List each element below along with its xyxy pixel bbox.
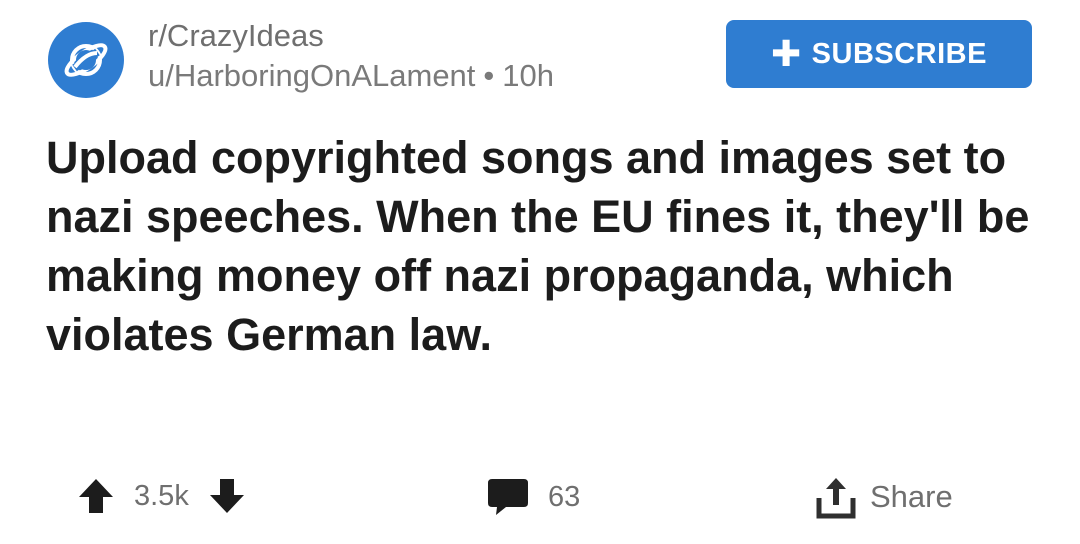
- upvote-arrow-icon[interactable]: [76, 476, 116, 516]
- vote-score: 3.5k: [134, 479, 189, 512]
- subscribe-label: SUBSCRIBE: [811, 37, 987, 70]
- post-byline: u/HarboringOnALament • 10h: [148, 56, 554, 96]
- comments-button[interactable]: 63: [486, 476, 598, 518]
- separator-dot: •: [483, 58, 495, 93]
- share-label: Share: [870, 479, 953, 514]
- author-name[interactable]: u/HarboringOnALament: [148, 58, 475, 93]
- comment-count: 63: [548, 480, 581, 513]
- share-icon: [816, 478, 856, 519]
- comment-bubble-icon: [488, 479, 528, 515]
- downvote-arrow-icon[interactable]: [207, 476, 247, 516]
- subscribe-button[interactable]: ✚ SUBSCRIBE: [726, 20, 1032, 88]
- subreddit-name[interactable]: r/CrazyIdeas: [148, 16, 554, 56]
- post-age: 10h: [502, 58, 555, 93]
- post-meta: r/CrazyIdeas u/HarboringOnALament • 10h: [148, 16, 554, 96]
- share-button[interactable]: Share: [814, 474, 953, 520]
- post-title[interactable]: Upload copyrighted songs and images set …: [46, 128, 1046, 364]
- planet-icon: [64, 43, 108, 77]
- vote-controls: 3.5k: [76, 476, 247, 516]
- post-header: r/CrazyIdeas u/HarboringOnALament • 10h ✚ …: [48, 14, 1038, 102]
- subreddit-avatar[interactable]: [48, 22, 124, 98]
- plus-icon: ✚: [771, 33, 802, 74]
- post-actions: 3.5k 63 Share: [0, 468, 1080, 528]
